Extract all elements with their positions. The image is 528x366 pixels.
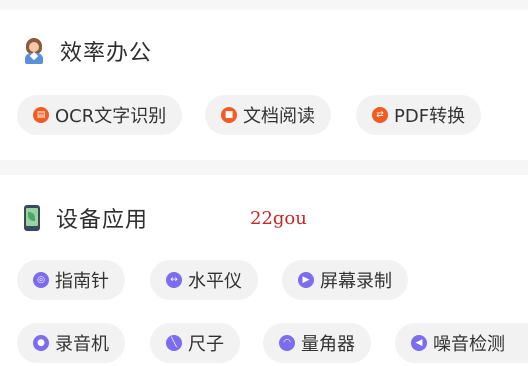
ocr-button[interactable]: ▤ OCR文字识别 bbox=[17, 95, 183, 135]
noise-detect-label: 噪音检测 bbox=[433, 334, 505, 355]
device-section-header: 设备应用 bbox=[24, 202, 148, 234]
pdf-convert-icon: ⇄ bbox=[372, 107, 388, 123]
recorder-label: 录音机 bbox=[55, 334, 109, 355]
compass-label: 指南针 bbox=[55, 271, 109, 292]
level-label: 水平仪 bbox=[188, 271, 242, 292]
office-worker-icon bbox=[24, 38, 44, 64]
compass-button[interactable]: ◎ 指南针 bbox=[17, 260, 125, 300]
ruler-icon: ╲ bbox=[166, 335, 182, 351]
device-section-title: 设备应用 bbox=[56, 208, 149, 233]
screen-record-icon: ▶ bbox=[298, 272, 314, 288]
screen-record-label: 屏幕录制 bbox=[320, 271, 392, 292]
pdf-convert-label: PDF转换 bbox=[394, 106, 466, 127]
microphone-icon: ● bbox=[33, 335, 49, 351]
level-icon: ↔ bbox=[166, 272, 182, 288]
device-section: 设备应用 ◎ 指南针 ↔ 水平仪 ▶ 屏幕录制 ● 录音机 ╲ 尺子 ◠ 量角器… bbox=[0, 175, 528, 366]
protractor-label: 量角器 bbox=[301, 334, 355, 355]
screen-record-button[interactable]: ▶ 屏幕录制 bbox=[282, 260, 408, 300]
protractor-button[interactable]: ◠ 量角器 bbox=[263, 323, 371, 363]
ruler-label: 尺子 bbox=[188, 334, 224, 355]
office-section-title: 效率办公 bbox=[60, 41, 153, 66]
document-icon: ■ bbox=[221, 107, 237, 123]
protractor-icon: ◠ bbox=[279, 335, 295, 351]
level-button[interactable]: ↔ 水平仪 bbox=[150, 260, 258, 300]
document-reading-label: 文档阅读 bbox=[243, 106, 315, 127]
ruler-button[interactable]: ╲ 尺子 bbox=[150, 323, 240, 363]
noise-detect-icon: ◀ bbox=[411, 335, 427, 351]
ocr-label: OCR文字识别 bbox=[55, 106, 167, 127]
phone-icon bbox=[24, 205, 40, 231]
office-section: 效率办公 ▤ OCR文字识别 ■ 文档阅读 ⇄ PDF转换 bbox=[0, 10, 528, 160]
compass-icon: ◎ bbox=[33, 272, 49, 288]
document-reading-button[interactable]: ■ 文档阅读 bbox=[205, 95, 331, 135]
noise-detect-button[interactable]: ◀ 噪音检测 bbox=[395, 323, 528, 363]
recorder-button[interactable]: ● 录音机 bbox=[17, 323, 125, 363]
office-section-header: 效率办公 bbox=[24, 35, 152, 67]
ocr-icon: ▤ bbox=[33, 107, 49, 123]
watermark-text: 22gou bbox=[250, 208, 307, 229]
pdf-convert-button[interactable]: ⇄ PDF转换 bbox=[356, 95, 482, 135]
